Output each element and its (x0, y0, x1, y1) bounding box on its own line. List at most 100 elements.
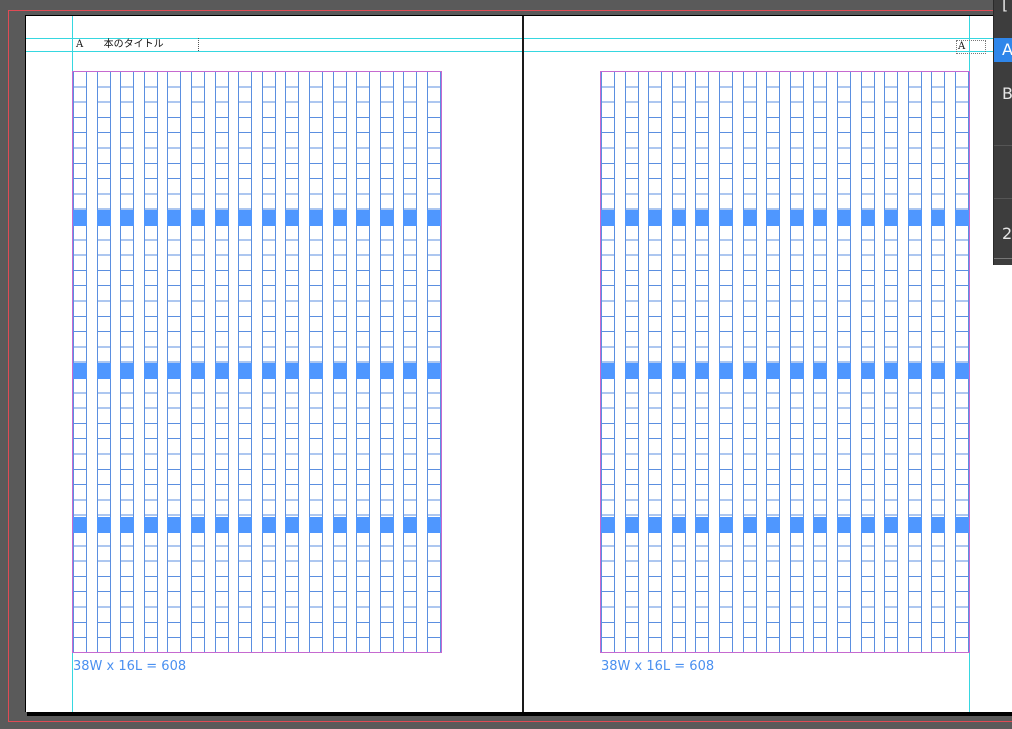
grid-band-cell (955, 363, 969, 379)
grid-band-cell (813, 363, 828, 379)
grid-band-cell (214, 517, 229, 533)
grid-band-cell (789, 363, 804, 379)
grid-band-cell (671, 210, 686, 226)
grid-band-cell (309, 517, 323, 533)
grid-band-cell (120, 210, 135, 226)
grid-band-cell (96, 363, 111, 379)
running-head: A 本のタイトル (76, 39, 164, 51)
right-page-grid[interactable] (600, 71, 970, 653)
grid-column (789, 72, 804, 652)
grid-band-cell (648, 363, 663, 379)
grid-band-cell (73, 363, 87, 379)
grid-band-cell (931, 517, 946, 533)
grid-band-cell (238, 210, 253, 226)
panel-divider (994, 145, 1012, 146)
grid-column (427, 72, 441, 652)
running-head-title: 本のタイトル (103, 39, 164, 50)
grid-column (860, 72, 875, 652)
grid-column (671, 72, 686, 652)
panel-divider (994, 198, 1012, 199)
grid-band-cell (285, 363, 300, 379)
grid-band-cell (403, 210, 418, 226)
grid-band-cell (813, 517, 828, 533)
grid-column (695, 72, 710, 652)
grid-band-cell (332, 363, 347, 379)
pages-panel[interactable]: [ A B 2 (993, 0, 1012, 265)
grid-band-cell (73, 517, 87, 533)
grid-band-cell (309, 363, 323, 379)
left-page-grid[interactable] (72, 71, 442, 653)
grid-column (332, 72, 347, 652)
grid-band-cell (309, 210, 323, 226)
grid-section-band (73, 210, 441, 226)
grid-band-cell (427, 210, 441, 226)
grid-column (356, 72, 371, 652)
guide-horizontal-header[interactable] (26, 51, 1012, 52)
grid-band-cell (167, 210, 182, 226)
right-grid-caption: 38W x 16L = 608 (601, 659, 715, 674)
grid-column (624, 72, 639, 652)
grid-band-cell (191, 517, 205, 533)
grid-band-cell (766, 363, 781, 379)
grid-band-cell (379, 210, 394, 226)
grid-section-band (73, 363, 441, 379)
grid-band-cell (356, 363, 371, 379)
grid-band-cell (285, 210, 300, 226)
grid-band-cell (96, 210, 111, 226)
grid-band-cell (907, 517, 922, 533)
grid-band-cell (742, 363, 757, 379)
grid-band-cell (332, 517, 347, 533)
grid-section-band (601, 363, 969, 379)
grid-column (309, 72, 323, 652)
panel-item-a-master[interactable]: A (994, 38, 1012, 62)
spread-shadow (27, 712, 1012, 716)
panel-item-b-master[interactable]: B (994, 82, 1012, 106)
grid-band-cell (742, 210, 757, 226)
grid-band-cell (191, 210, 205, 226)
grid-band-cell (261, 210, 276, 226)
grid-band-cell (379, 517, 394, 533)
grid-column (648, 72, 663, 652)
spread-spine (522, 16, 524, 712)
grid-column (191, 72, 205, 652)
grid-band-cell (766, 517, 781, 533)
grid-band-cell (860, 210, 875, 226)
left-grid-caption: 38W x 16L = 608 (73, 659, 187, 674)
grid-band-cell (624, 517, 639, 533)
running-head-marker: A (76, 39, 84, 50)
grid-band-cell (813, 210, 828, 226)
grid-column (379, 72, 394, 652)
grid-band-cell (261, 517, 276, 533)
grid-column (837, 72, 851, 652)
grid-band-cell (261, 363, 276, 379)
grid-column (261, 72, 276, 652)
grid-band-cell (884, 210, 899, 226)
grid-band-cell (167, 363, 182, 379)
grid-band-cell (285, 517, 300, 533)
grid-band-cell (860, 363, 875, 379)
grid-column (931, 72, 946, 652)
grid-band-cell (403, 517, 418, 533)
grid-section-band (601, 210, 969, 226)
panel-divider (994, 258, 1012, 259)
grid-band-cell (238, 517, 253, 533)
grid-column (955, 72, 969, 652)
grid-band-cell (695, 363, 710, 379)
grid-column (238, 72, 253, 652)
panel-item-page-2[interactable]: 2 (994, 222, 1012, 246)
grid-band-cell (73, 210, 87, 226)
grid-band-cell (671, 517, 686, 533)
grid-band-cell (601, 363, 615, 379)
grid-band-cell (695, 210, 710, 226)
grid-band-cell (403, 363, 418, 379)
panel-item-bracket[interactable]: [ (994, 0, 1012, 16)
grid-band-cell (695, 517, 710, 533)
grid-band-cell (837, 210, 851, 226)
grid-band-cell (766, 210, 781, 226)
grid-column (285, 72, 300, 652)
page-spread[interactable]: A 本のタイトル A 38W x 16L = 608 38W x 16L = 6… (25, 15, 1012, 712)
grid-column (601, 72, 615, 652)
grid-column (766, 72, 781, 652)
grid-column (143, 72, 158, 652)
grid-band-cell (427, 363, 441, 379)
